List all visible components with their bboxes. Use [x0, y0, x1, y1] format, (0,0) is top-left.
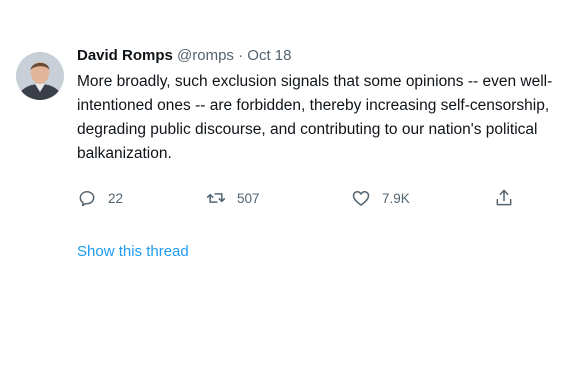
tweet-actions: 22 507 7.9K	[77, 188, 521, 210]
share-button[interactable]	[494, 188, 514, 208]
author-handle[interactable]: @romps	[177, 47, 234, 64]
retweet-count: 507	[237, 190, 260, 206]
tweet-timestamp[interactable]: Oct 18	[247, 47, 291, 64]
like-count: 7.9K	[382, 190, 410, 206]
retweet-button[interactable]: 507	[206, 188, 260, 208]
reply-button[interactable]: 22	[77, 188, 123, 208]
tweet-text: More broadly, such exclusion signals tha…	[77, 73, 553, 162]
tweet-header: David Romps @romps · Oct 18	[77, 46, 563, 66]
retweet-icon	[206, 193, 226, 203]
show-thread-link[interactable]: Show this thread	[77, 242, 189, 262]
heart-icon	[352, 191, 370, 206]
avatar-photo	[16, 52, 64, 100]
share-icon	[496, 189, 512, 206]
author-name[interactable]: David Romps	[77, 47, 173, 64]
tweet-content: David Romps @romps · Oct 18 More broadly…	[77, 46, 563, 207]
reply-count: 22	[108, 190, 124, 206]
reply-icon	[79, 191, 95, 207]
avatar[interactable]	[16, 52, 64, 100]
separator-dot: ·	[238, 47, 244, 64]
like-button[interactable]: 7.9K	[351, 188, 410, 208]
